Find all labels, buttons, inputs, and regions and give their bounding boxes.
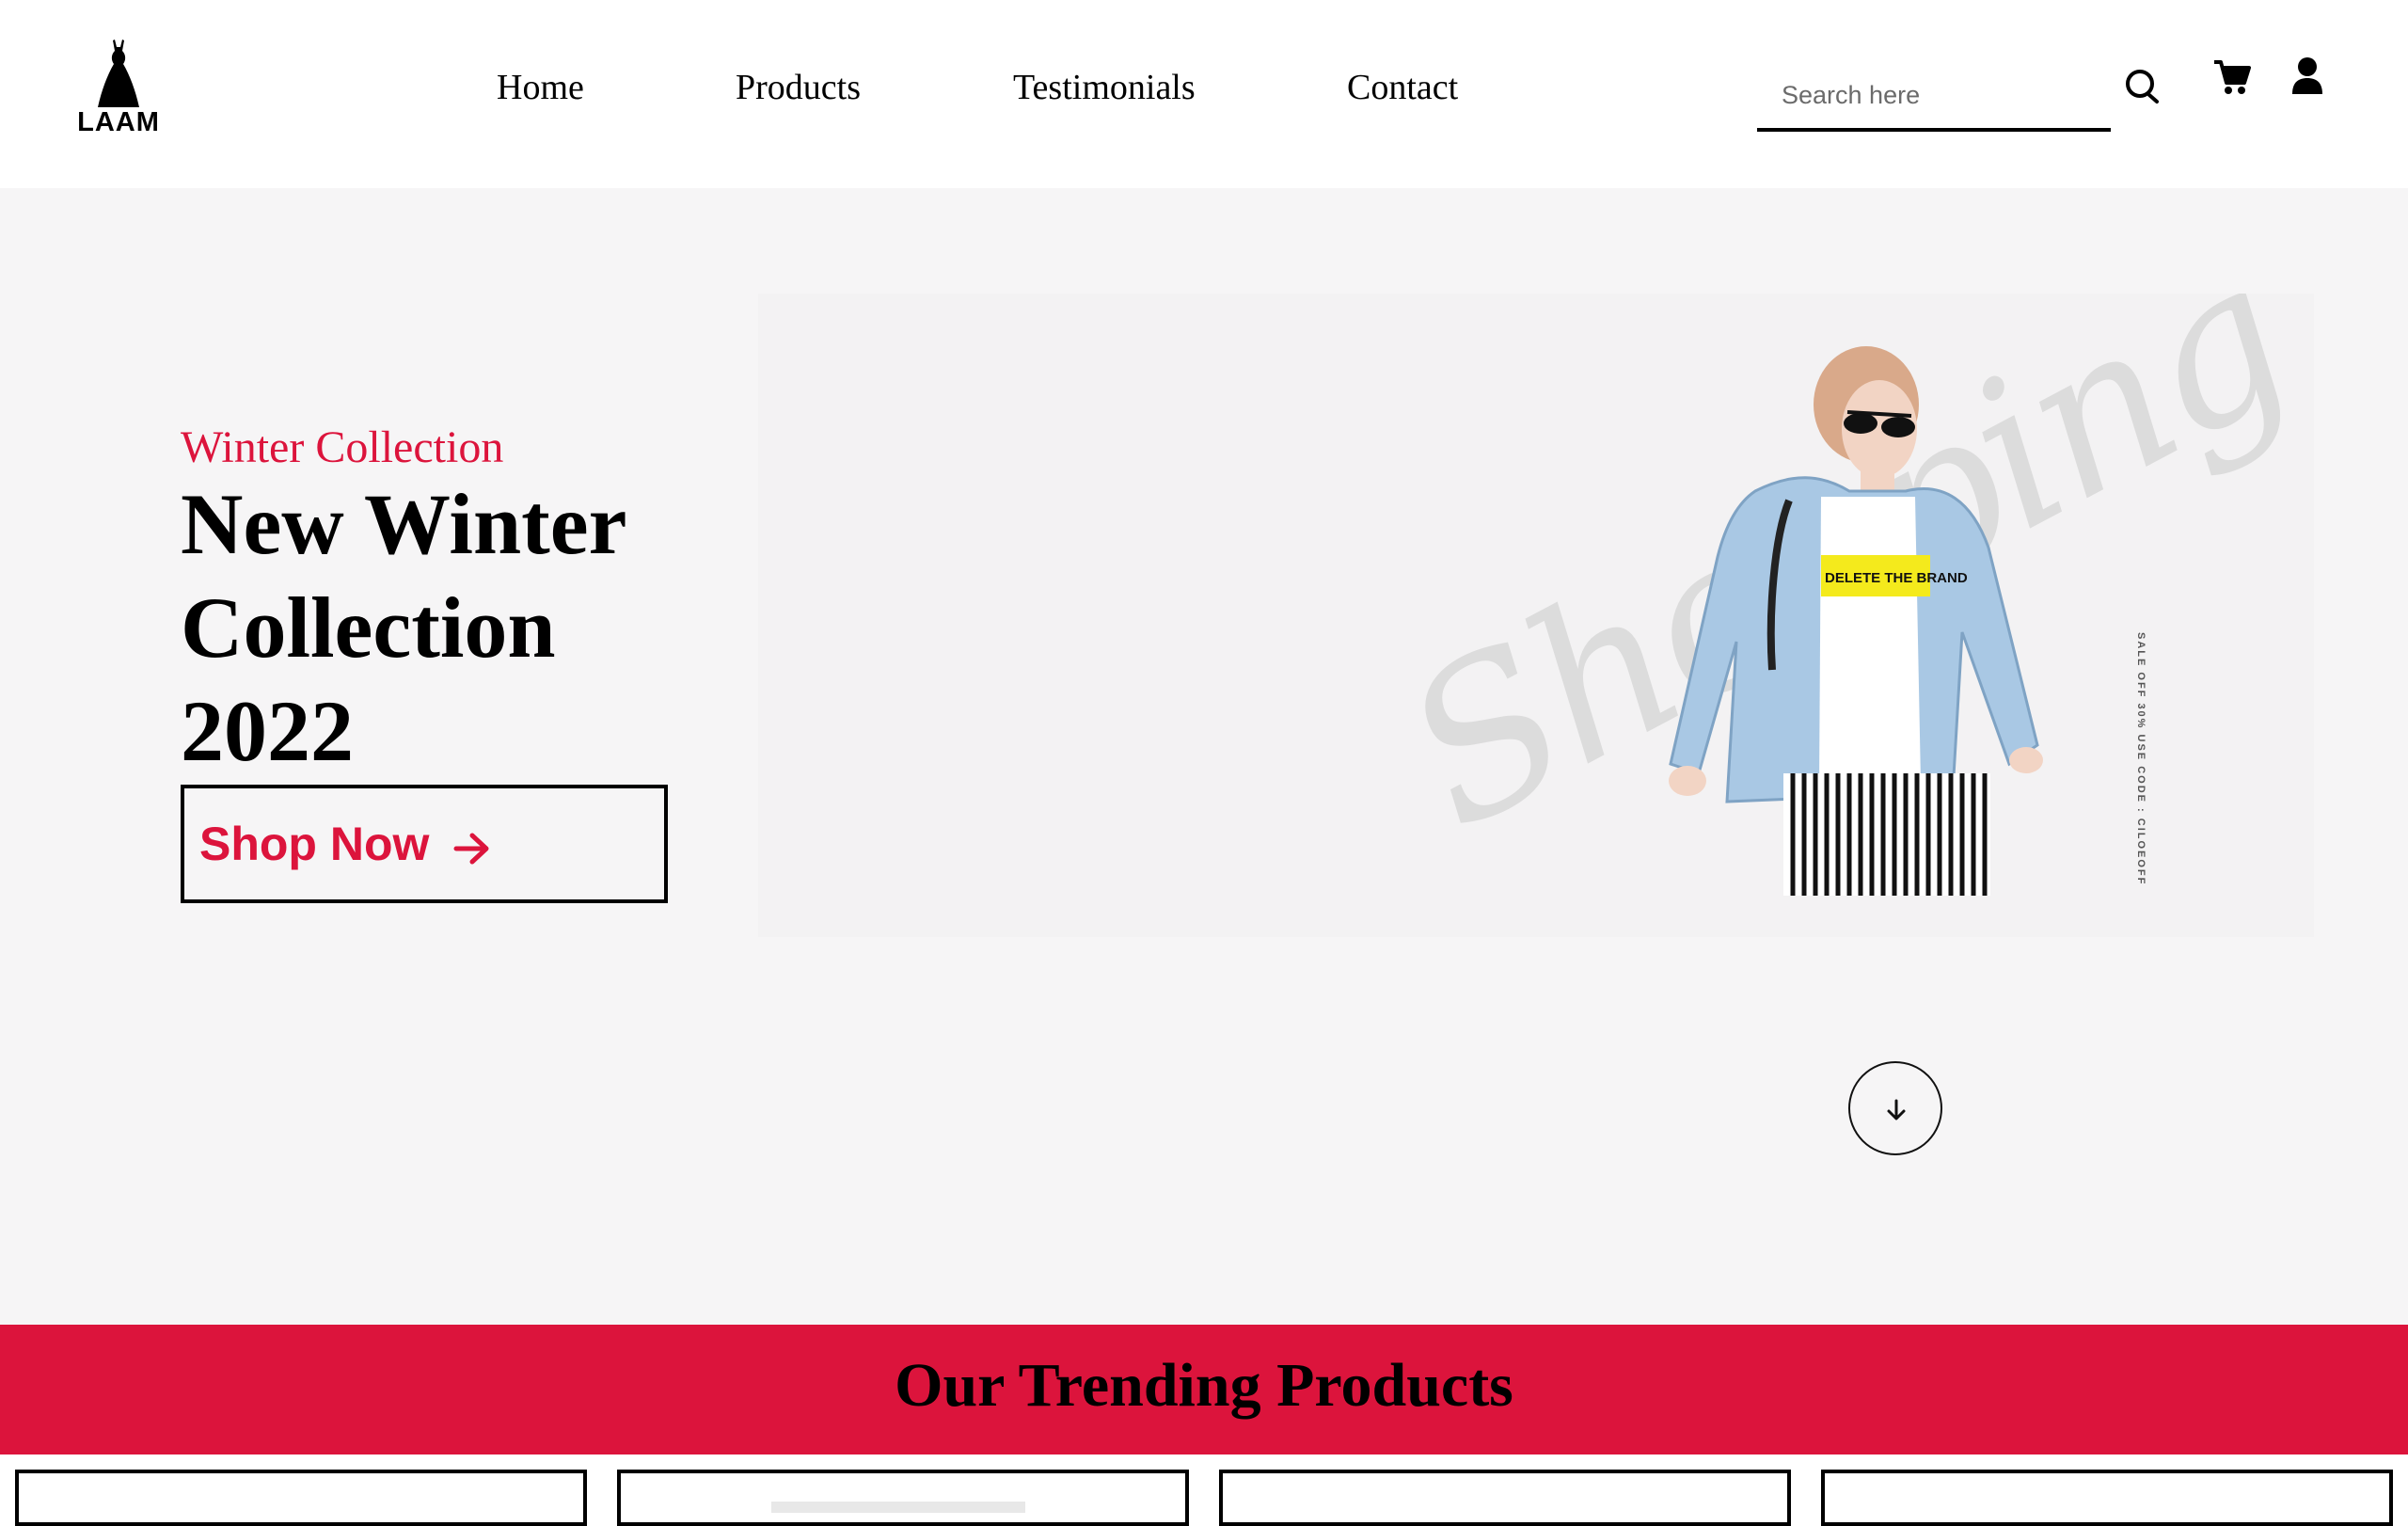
search-input[interactable] — [1780, 75, 2103, 115]
hero-title: New Winter Collection 2022 — [181, 476, 627, 779]
product-card[interactable] — [1219, 1470, 1791, 1526]
arrow-right-icon — [453, 833, 489, 865]
dress-logo-icon — [98, 40, 139, 107]
hero-section: Shopping DELETE THE BRAND — [0, 188, 2408, 1325]
product-card[interactable] — [1821, 1470, 2393, 1526]
trending-title: Our Trending Products — [895, 1351, 1513, 1420]
nav-products[interactable]: Products — [736, 70, 861, 105]
search-box — [1757, 62, 2111, 132]
logo-text: LAAM — [77, 107, 160, 137]
scroll-down-button[interactable] — [1848, 1061, 1942, 1155]
hero-banner-image: Shopping DELETE THE BRAND — [758, 294, 2314, 937]
trending-banner: Our Trending Products — [0, 1325, 2408, 1454]
search-icon[interactable] — [2124, 68, 2162, 110]
nav-testimonials[interactable]: Testimonials — [1013, 70, 1196, 105]
product-thumbnail — [771, 1502, 1025, 1513]
shirt-print: DELETE THE BRAND — [1825, 570, 1968, 586]
hero-subtitle: Winter Collection — [181, 422, 504, 472]
product-card[interactable] — [15, 1470, 587, 1526]
promo-code-text: SALE OFF 30% USE CODE : CILOEOFF — [2135, 632, 2147, 886]
logo[interactable]: LAAM — [75, 38, 162, 139]
shop-now-button[interactable]: Shop Now — [181, 785, 668, 903]
nav-contact[interactable]: Contact — [1347, 70, 1458, 105]
nav-home[interactable]: Home — [497, 70, 584, 105]
shop-now-label: Shop Now — [199, 818, 430, 870]
site-header: LAAM Home Products Testimonials Contact — [0, 0, 2408, 188]
product-card[interactable] — [617, 1470, 1189, 1526]
user-icon[interactable] — [2291, 56, 2323, 101]
arrow-down-icon — [1887, 1099, 1906, 1121]
cart-icon[interactable] — [2212, 58, 2252, 101]
model-illustration: DELETE THE BRAND — [1669, 346, 2043, 896]
